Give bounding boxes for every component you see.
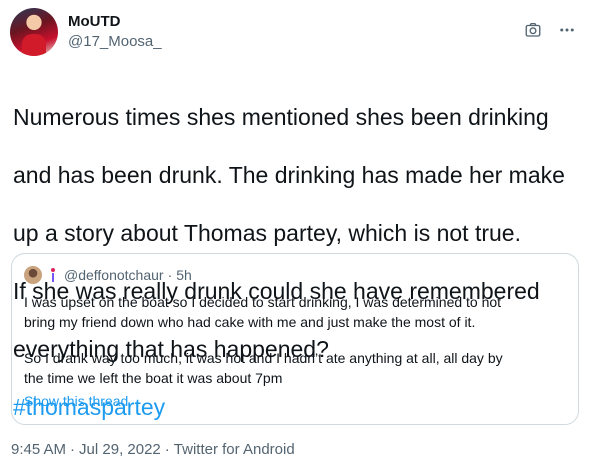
more-icon[interactable]: [557, 20, 577, 40]
tweet-text-line: and has been drunk. The drinking has mad…: [13, 162, 565, 188]
camera-icon[interactable]: [523, 20, 543, 40]
exclamation-icon: [50, 268, 56, 282]
tweet-source[interactable]: Twitter for Android: [174, 441, 295, 458]
quoted-author-handle[interactable]: @deffonotchaur: [64, 267, 164, 283]
tweet-text-line: Numerous times shes mentioned shes been …: [13, 104, 549, 130]
tweet-metadata: 9:45 AM · Jul 29, 2022 · Twitter for And…: [11, 441, 295, 458]
quoted-tweet-header: @deffonotchaur · 5h: [24, 266, 192, 284]
quoted-tweet-text: I was upset on the boat so I decided to …: [24, 292, 569, 388]
show-thread-link[interactable]: Show this thread: [24, 393, 128, 409]
quoted-text-line: the time we left the boat it was about 7…: [24, 370, 283, 386]
meta-separator: ·: [164, 441, 170, 458]
tweet-date[interactable]: Jul 29, 2022: [79, 441, 161, 458]
author-handle[interactable]: @17_Moosa_: [68, 33, 162, 50]
meta-separator: ·: [70, 441, 76, 458]
quoted-text-line: bring my friend down who had cake with m…: [24, 314, 476, 330]
quoted-author-avatar[interactable]: [24, 266, 42, 284]
tweet-card: MoUTD @17_Moosa_ Numerous times shes men…: [0, 0, 591, 474]
quoted-timestamp[interactable]: 5h: [176, 267, 192, 283]
quoted-separator: ·: [167, 267, 173, 283]
tweet-actions-top: [523, 20, 577, 40]
author-avatar[interactable]: [10, 8, 58, 56]
author-name[interactable]: MoUTD: [68, 13, 121, 30]
quoted-text-line: So I drank way too much, it was hot and …: [24, 350, 503, 366]
quoted-tweet[interactable]: @deffonotchaur · 5h I was upset on the b…: [11, 253, 579, 425]
quoted-text-line: I was upset on the boat so I decided to …: [24, 294, 502, 310]
tweet-text-line: up a story about Thomas partey, which is…: [13, 220, 521, 246]
tweet-time[interactable]: 9:45 AM: [11, 441, 66, 458]
